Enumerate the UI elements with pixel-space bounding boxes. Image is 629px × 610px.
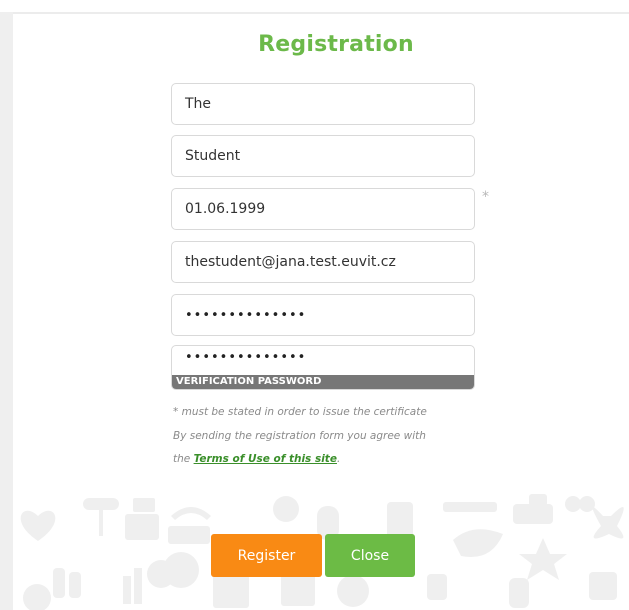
verify-password-mask: ••••••••••••••	[185, 350, 307, 365]
pen-icon	[443, 502, 497, 512]
password-mask: ••••••••••••••	[185, 307, 307, 323]
people-icon	[53, 568, 65, 598]
at-icon	[337, 575, 369, 607]
note-the: the	[173, 453, 194, 465]
leaf-icon	[453, 529, 503, 558]
chart-icon	[123, 576, 131, 604]
email-field[interactable]: thestudent@jana.test.euvit.cz	[171, 241, 475, 283]
password-field[interactable]: ••••••••••••••	[171, 294, 475, 336]
last-name-field[interactable]: Student	[171, 135, 475, 177]
heart-icon	[20, 510, 56, 541]
note-end: .	[336, 453, 341, 465]
cursor-icon	[427, 574, 447, 600]
cup-icon	[589, 572, 617, 600]
globe-icon	[23, 584, 51, 610]
ribbon-icon	[565, 496, 581, 512]
page-frame: Registration The Student 01.06.1999 * th…	[0, 0, 629, 610]
terms-of-use-link[interactable]: Terms of Use of this site	[194, 453, 337, 465]
verify-password-field[interactable]: •••••••••••••• VERIFICATION PASSWORD	[171, 345, 475, 390]
close-button[interactable]: Close	[325, 534, 415, 577]
star-icon	[519, 538, 567, 580]
modal-title: Registration	[258, 32, 414, 57]
butterfly-icon	[592, 507, 624, 539]
flower-icon	[273, 496, 299, 522]
note-required: * must be stated in order to issue the c…	[173, 406, 427, 418]
page-edge-left	[0, 12, 13, 610]
keyboard-icon	[168, 526, 210, 544]
email-value: thestudent@jana.test.euvit.cz	[185, 254, 396, 270]
wifi-icon	[171, 507, 211, 520]
last-name-value: Student	[185, 148, 241, 164]
first-name-value: The	[185, 96, 212, 112]
truck-icon	[513, 504, 553, 524]
first-name-field[interactable]: The	[171, 83, 475, 125]
birth-date-value: 01.06.1999	[185, 201, 266, 217]
verify-password-label: VERIFICATION PASSWORD	[172, 375, 474, 389]
note-agree: By sending the registration form you agr…	[173, 430, 426, 442]
briefcase-icon	[125, 514, 159, 540]
tulip-icon	[509, 578, 529, 608]
required-asterisk: *	[482, 189, 489, 205]
note-terms-line: the Terms of Use of this site.	[173, 453, 340, 465]
birth-date-field[interactable]: 01.06.1999	[171, 188, 475, 230]
register-button[interactable]: Register	[211, 534, 322, 577]
